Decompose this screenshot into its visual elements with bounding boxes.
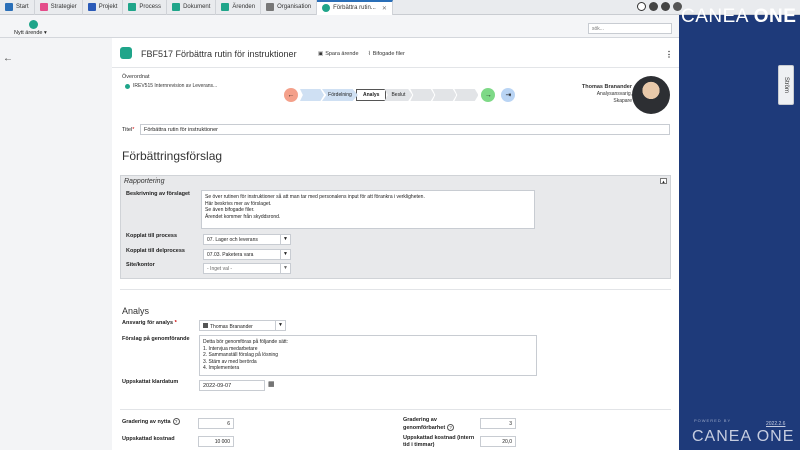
strategies-icon bbox=[39, 3, 48, 11]
reporting-panel: Rapportering ▲ Beskrivning av förslaget … bbox=[120, 175, 671, 279]
responsible-label: Ansvarig för analys * bbox=[122, 320, 177, 326]
project-icon bbox=[87, 3, 96, 11]
next-step-icon[interactable]: → bbox=[481, 88, 496, 102]
ready-date-field[interactable] bbox=[199, 380, 265, 391]
workflow-step-4[interactable] bbox=[410, 89, 435, 101]
calendar-icon[interactable]: ▦ bbox=[268, 380, 275, 388]
tab-strategier[interactable]: Strategier bbox=[35, 0, 83, 15]
parent-case-icon bbox=[125, 83, 130, 89]
gear-icon[interactable] bbox=[661, 2, 670, 11]
ready-date-label: Uppskattat klardatum bbox=[122, 379, 179, 385]
help-icon[interactable]: ? bbox=[447, 423, 455, 431]
case-document: FBF517 Förbättra rutin för instruktioner… bbox=[112, 38, 679, 450]
version-link[interactable]: 2022.2.6 bbox=[766, 421, 785, 427]
collapse-icon[interactable]: ▲ bbox=[660, 178, 667, 184]
time-field[interactable]: 20,0 bbox=[480, 436, 516, 447]
brand-logo: CANEA ONE bbox=[681, 6, 797, 27]
feasibility-field[interactable]: 3 bbox=[480, 418, 516, 429]
close-icon[interactable]: ✕ bbox=[382, 5, 387, 12]
workflow-step-analys[interactable]: Analys bbox=[356, 89, 387, 101]
section-divider-2 bbox=[120, 409, 671, 410]
cases-icon bbox=[221, 3, 230, 11]
chevron-down-icon: ▼ bbox=[280, 250, 290, 259]
attachments-button[interactable]: ⌇ Bifogade filer bbox=[368, 51, 405, 57]
reporting-panel-title: Rapportering bbox=[124, 178, 165, 185]
previous-step-icon[interactable]: ← bbox=[284, 88, 298, 102]
process-select[interactable]: 07. Lager och leverans ▼ bbox=[203, 234, 291, 245]
document-icon bbox=[172, 3, 181, 11]
analysis-section-title: Analys bbox=[122, 306, 150, 316]
parent-link[interactable]: IREV515 Internrevision av Leverans... bbox=[125, 83, 217, 89]
tab-organisation[interactable]: Organisation bbox=[261, 0, 318, 15]
workflow-bar: ← Fördelning Analys Beslut → ⇥ bbox=[284, 88, 516, 102]
description-textarea[interactable]: Se över rutinen för instruktioner så att… bbox=[201, 190, 535, 229]
workflow-step-beslut[interactable]: Beslut bbox=[384, 89, 413, 101]
case-header: FBF517 Förbättra rutin för instruktioner… bbox=[112, 38, 679, 68]
site-select[interactable]: - Inget val - ▼ bbox=[203, 263, 291, 274]
proposal-textarea[interactable]: Detta bör genomföras på följande sätt: 1… bbox=[199, 335, 537, 376]
new-case-icon bbox=[29, 20, 38, 29]
chevron-down-icon: ▼ bbox=[280, 264, 290, 273]
left-panel: ← bbox=[0, 38, 112, 450]
case-title: FBF517 Förbättra rutin för instruktioner bbox=[141, 49, 297, 59]
tab-start[interactable]: Start bbox=[0, 0, 35, 15]
avatar bbox=[632, 76, 670, 114]
description-label: Beskrivning av förslaget bbox=[126, 191, 190, 197]
case-type-icon bbox=[120, 47, 132, 59]
tab-process[interactable]: Process bbox=[123, 0, 168, 15]
top-right-icons bbox=[637, 2, 682, 11]
responsible-select[interactable]: Thomas Branander ▼ bbox=[199, 320, 286, 331]
help-icon[interactable] bbox=[637, 2, 646, 11]
responsible-person: Thomas Branander Analysansvarig, Skapare bbox=[581, 84, 632, 104]
save-button[interactable]: ▣ Spara ärende bbox=[318, 51, 359, 57]
proposal-label: Förslag på genomförande bbox=[122, 336, 190, 342]
footer-logo: CANEA ONE bbox=[692, 428, 795, 445]
subprocess-select[interactable]: 07.03. Paketera vara ▼ bbox=[203, 249, 291, 260]
tab-arenden[interactable]: Ärenden bbox=[216, 0, 262, 15]
parent-label: Överordnat bbox=[122, 74, 150, 80]
benefit-field[interactable]: 6 bbox=[198, 418, 234, 429]
chevron-down-icon: ▼ bbox=[280, 235, 290, 244]
site-label: Site/kontor bbox=[126, 262, 155, 268]
case-icon bbox=[322, 4, 331, 12]
floppy-icon: ▣ bbox=[318, 51, 324, 57]
action-toolbar: Nytt ärende ▾ bbox=[0, 15, 679, 38]
cost-field[interactable]: 10 000 bbox=[198, 436, 234, 447]
help-icon[interactable]: ? bbox=[172, 418, 180, 425]
benefit-label: Gradering av nytta? bbox=[122, 418, 180, 425]
user-icon bbox=[203, 323, 208, 328]
paperclip-icon: ⌇ bbox=[368, 51, 371, 57]
powered-by: POWERED BY bbox=[694, 418, 732, 423]
tab-projekt[interactable]: Projekt bbox=[83, 0, 124, 15]
tab-dokument[interactable]: Dokument bbox=[167, 0, 217, 15]
process-label: Kopplat till process bbox=[126, 233, 178, 239]
workflow-step-5[interactable] bbox=[432, 89, 457, 101]
workflow-step-fordelning[interactable]: Fördelning bbox=[322, 89, 358, 101]
search-input[interactable] bbox=[588, 23, 672, 34]
last-step-icon[interactable]: ⇥ bbox=[501, 88, 516, 102]
home-icon bbox=[5, 3, 13, 11]
workflow-step-6[interactable] bbox=[454, 89, 479, 101]
back-arrow-icon[interactable]: ← bbox=[3, 53, 13, 64]
process-icon bbox=[128, 3, 137, 11]
feasibility-label: Gradering av genomförbarhet? bbox=[403, 417, 467, 431]
title-field[interactable] bbox=[140, 124, 670, 135]
title-label: Titel* bbox=[122, 127, 135, 133]
workflow-step-blank bbox=[300, 89, 324, 101]
new-case-button[interactable]: Nytt ärende ▾ bbox=[14, 20, 47, 36]
subprocess-label: Kopplat till delprocess bbox=[126, 248, 185, 254]
palette-icon[interactable] bbox=[649, 2, 658, 11]
improvement-section-title: Förbättringsförslag bbox=[122, 149, 223, 163]
tab-case-active[interactable]: Förbättra rutin... ✕ bbox=[317, 0, 393, 15]
chevron-down-icon: ▼ bbox=[275, 321, 285, 330]
stream-side-tab[interactable]: Ström bbox=[778, 65, 794, 105]
organisation-icon bbox=[266, 3, 275, 11]
more-options-icon[interactable]: ⋮ bbox=[665, 50, 673, 59]
cost-label: Uppskattad kostnad bbox=[122, 436, 175, 442]
section-divider bbox=[120, 289, 671, 290]
time-label: Uppskattad kostnad (intern tid i timmar) bbox=[403, 435, 475, 448]
